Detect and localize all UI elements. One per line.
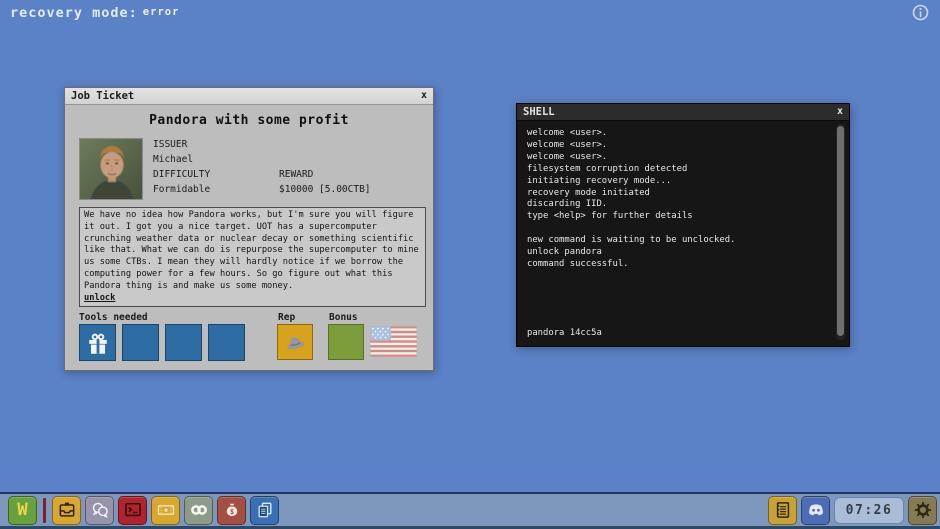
rep-indicator [277, 324, 313, 360]
w-logo-icon: W [17, 502, 27, 519]
inbox-icon [57, 500, 77, 520]
scrollbar-track[interactable] [836, 124, 845, 340]
bonus-label: Bonus [329, 312, 358, 323]
terminal-button[interactable] [118, 496, 147, 525]
fedora-hat-icon [282, 329, 308, 355]
shell-line: new command is waiting to be unclocked. [527, 235, 827, 247]
discord-icon [805, 499, 827, 521]
close-icon[interactable]: x [421, 91, 427, 101]
taskbar-right-group: 07:26 [768, 496, 937, 525]
ticket-description: We have no idea how Pandora works, but I… [79, 207, 426, 307]
issuer-name: Michael [153, 155, 193, 165]
status-value: error [143, 6, 180, 18]
w-logo-button[interactable]: W [8, 496, 37, 525]
ticket-button[interactable] [151, 496, 180, 525]
shell-line [527, 223, 827, 235]
shell-line: command successful. [527, 259, 827, 271]
tool-slot-empty-1[interactable] [122, 324, 159, 361]
settings-button[interactable] [908, 496, 937, 525]
inbox-button[interactable] [52, 496, 81, 525]
shell-titlebar[interactable]: SHELL x [517, 104, 849, 121]
ticket-heading: Pandora with some profit [65, 113, 433, 128]
job-ticket-title: Job Ticket [71, 90, 134, 102]
tool-slot-gift[interactable] [79, 324, 116, 361]
tool-slot-empty-3[interactable] [208, 324, 245, 361]
shell-line: initiating recovery mode... [527, 176, 827, 188]
notes-icon [773, 500, 793, 520]
difficulty-label: DIFFICULTY [153, 170, 210, 180]
scrollbar-thumb[interactable] [837, 126, 844, 336]
recovery-mode-status: recovery mode: error [10, 5, 179, 21]
tool-slot-empty-2[interactable] [165, 324, 202, 361]
shell-prompt[interactable]: pandora 14cc5a [527, 328, 602, 338]
description-text: We have no idea how Pandora works, but I… [84, 210, 419, 291]
infinity-icon [189, 500, 209, 520]
chat-button[interactable] [85, 496, 114, 525]
money-bag-icon: $ [222, 500, 242, 520]
infinity-button[interactable] [184, 496, 213, 525]
terminal-icon [123, 500, 143, 520]
desktop: recovery mode: error Job Ticket x Pandora… [0, 0, 940, 529]
shell-line: filesystem corruption detected [527, 164, 827, 176]
reward-label: REWARD [279, 170, 313, 180]
bonus-indicator [328, 324, 364, 360]
issuer-label: ISSUER [153, 140, 187, 150]
shell-line: type <help> for further details [527, 211, 827, 223]
shell-line: recovery mode initiated [527, 188, 827, 200]
ticket-icon [156, 500, 176, 520]
money-bag-button[interactable]: $ [217, 496, 246, 525]
shell-line: welcome <user>. [527, 152, 827, 164]
taskbar-left-group: W [8, 496, 279, 525]
discord-button[interactable] [801, 496, 830, 525]
taskbar-clock: 07:26 [834, 497, 904, 524]
issuer-avatar [79, 138, 143, 200]
shell-window: SHELL x welcome <user>. welcome <user>. … [516, 103, 850, 347]
us-flag-icon [370, 326, 417, 357]
shell-line: unlock pandora [527, 247, 827, 259]
reward-value: $10000 [5.00CTB] [279, 185, 371, 195]
job-ticket-window: Job Ticket x Pandora with some profit [64, 87, 434, 371]
shell-line: welcome <user>. [527, 128, 827, 140]
gift-icon [84, 329, 112, 357]
copy-button[interactable] [250, 496, 279, 525]
taskbar-divider [43, 498, 46, 523]
copy-pages-icon [255, 500, 275, 520]
svg-text:$: $ [229, 507, 233, 516]
status-label: recovery mode: [10, 5, 138, 21]
job-ticket-titlebar[interactable]: Job Ticket x [65, 88, 433, 105]
shell-line: welcome <user>. [527, 140, 827, 152]
shell-line: discarding IID. [527, 199, 827, 211]
close-icon[interactable]: x [837, 107, 843, 117]
shell-title: SHELL [523, 106, 555, 118]
shell-terminal[interactable]: welcome <user>. welcome <user>. welcome … [517, 121, 849, 346]
difficulty-value: Formidable [153, 185, 210, 195]
unlock-link[interactable]: unlock [84, 293, 115, 305]
tools-needed-label: Tools needed [79, 312, 148, 323]
rep-label: Rep [278, 312, 295, 323]
chat-bubbles-icon [90, 500, 110, 520]
info-icon[interactable] [912, 4, 929, 21]
shell-output: welcome <user>. welcome <user>. welcome … [517, 121, 849, 271]
gear-icon [913, 500, 933, 520]
notes-button[interactable] [768, 496, 797, 525]
taskbar: W [0, 492, 940, 529]
